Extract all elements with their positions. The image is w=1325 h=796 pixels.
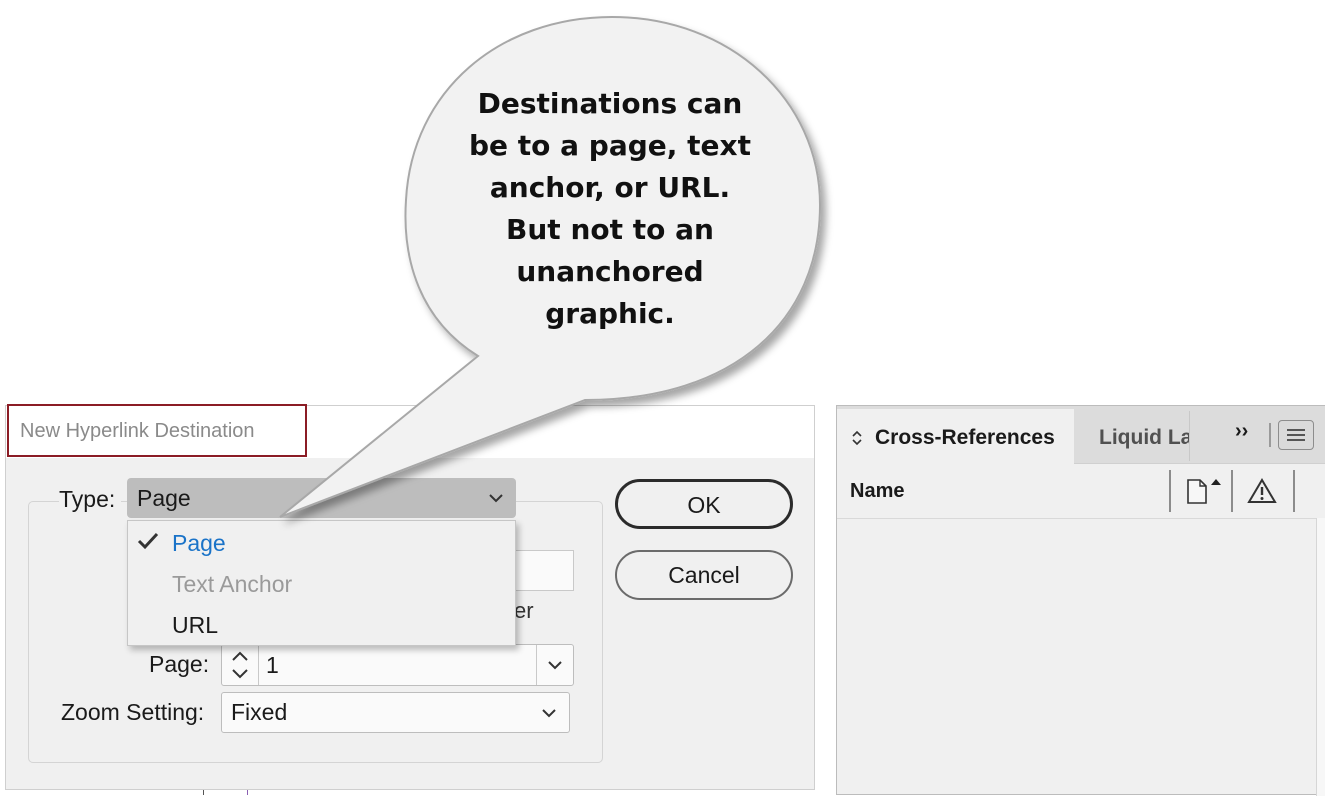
menu-item-text-anchor: Text Anchor bbox=[172, 571, 293, 597]
document-guide-line bbox=[203, 790, 204, 795]
column-name[interactable]: Name bbox=[850, 464, 904, 518]
tab-cross-references[interactable]: Cross-References bbox=[837, 409, 1074, 464]
panel-tabbar: Cross-References Liquid La ›› bbox=[837, 406, 1325, 464]
tab-liquid-layout[interactable]: Liquid La bbox=[1099, 409, 1190, 464]
zoom-setting-label: Zoom Setting: bbox=[61, 699, 205, 725]
chevron-down-icon bbox=[542, 709, 556, 718]
menu-item-page[interactable]: Page bbox=[172, 523, 226, 563]
page-value[interactable]: 1 bbox=[266, 645, 279, 685]
sort-updown-icon bbox=[852, 430, 862, 446]
column-separator bbox=[1293, 470, 1295, 512]
tab-cross-references-label: Cross-References bbox=[875, 426, 1055, 449]
partial-label: er bbox=[514, 598, 534, 623]
column-separator bbox=[1231, 470, 1233, 512]
type-dropdown-menu: Page Text Anchor URL bbox=[127, 520, 516, 646]
zoom-setting-select[interactable]: Fixed bbox=[221, 692, 570, 733]
callout-text: Destinations can be to a page, text anch… bbox=[469, 87, 751, 330]
cancel-button[interactable]: Cancel bbox=[615, 550, 793, 600]
dialog-titlebar: New Hyperlink Destination bbox=[6, 404, 814, 458]
zoom-setting-value: Fixed bbox=[231, 699, 288, 725]
document-guide-line bbox=[247, 790, 248, 795]
panel-menu-icon[interactable] bbox=[1278, 420, 1314, 450]
type-select[interactable]: Page bbox=[127, 478, 516, 518]
column-separator bbox=[1169, 470, 1171, 512]
page-combobox[interactable]: 1 bbox=[221, 644, 574, 686]
tab-divider bbox=[1189, 411, 1190, 461]
panel-separator bbox=[1269, 423, 1271, 447]
page-label: Page: bbox=[149, 651, 210, 677]
panel-column-header: Name bbox=[837, 464, 1325, 519]
type-label: Type: bbox=[59, 486, 122, 513]
cross-references-panel: Cross-References Liquid La ›› Name bbox=[836, 405, 1325, 796]
type-select-value: Page bbox=[137, 485, 191, 511]
name-field-partial[interactable] bbox=[511, 550, 574, 591]
chevron-down-icon[interactable] bbox=[536, 645, 573, 685]
check-icon bbox=[137, 532, 159, 550]
warning-icon[interactable] bbox=[1247, 477, 1277, 505]
menu-item-url[interactable]: URL bbox=[172, 605, 218, 645]
panel-overflow-button[interactable]: ›› bbox=[1235, 420, 1248, 443]
ok-button[interactable]: OK bbox=[615, 479, 793, 529]
dialog-title: New Hyperlink Destination bbox=[7, 404, 307, 457]
panel-scrollbar[interactable] bbox=[1316, 518, 1325, 796]
stepper-up-down-icon[interactable] bbox=[222, 645, 259, 685]
new-page-icon[interactable] bbox=[1185, 476, 1227, 506]
